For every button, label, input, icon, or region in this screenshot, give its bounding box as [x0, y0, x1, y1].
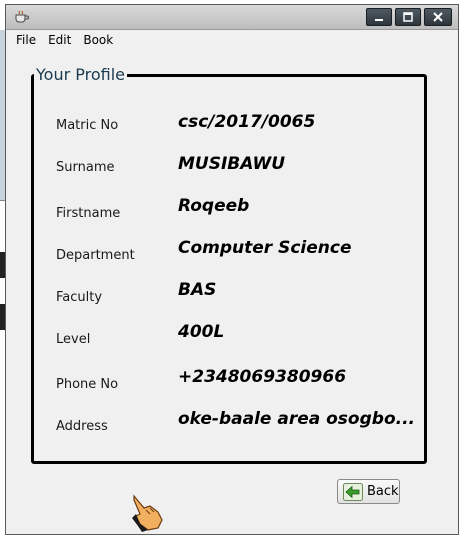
- field-label: Matric No: [56, 118, 119, 133]
- coffee-cup-icon: [14, 10, 30, 24]
- menu-book[interactable]: Book: [77, 30, 119, 52]
- close-button[interactable]: [424, 8, 452, 26]
- minimize-icon: [375, 19, 383, 21]
- field-value: MUSIBAWU: [178, 154, 286, 174]
- panel-title: Your Profile: [34, 65, 127, 84]
- field-label: Surname: [56, 160, 115, 175]
- field-value: Computer Science: [178, 238, 352, 258]
- field-label: Faculty: [56, 290, 103, 305]
- field-value: +2348069380966: [178, 367, 347, 387]
- minimize-button[interactable]: [366, 8, 392, 26]
- back-button-label: Back: [367, 484, 399, 499]
- close-icon: [433, 12, 443, 22]
- menu-file[interactable]: File: [6, 30, 42, 52]
- field-label: Level: [56, 332, 91, 347]
- field-value: 400L: [178, 322, 225, 342]
- field-value: csc/2017/0065: [178, 112, 316, 132]
- field-label: Address: [56, 419, 108, 434]
- field-value: BAS: [178, 280, 217, 300]
- hand-pointer-cursor-icon: [132, 494, 163, 532]
- profile-window: File Edit Book Your Profile Matric No cs…: [5, 4, 459, 535]
- field-value: Roqeeb: [178, 196, 250, 216]
- field-label: Department: [56, 248, 135, 263]
- title-bar[interactable]: [6, 5, 458, 30]
- menu-bar: File Edit Book: [6, 30, 458, 52]
- maximize-icon: [403, 12, 413, 22]
- menu-edit[interactable]: Edit: [42, 30, 77, 52]
- maximize-button[interactable]: [395, 8, 421, 26]
- back-arrow-icon: [343, 482, 363, 501]
- field-label: Firstname: [56, 206, 121, 221]
- field-value: oke-baale area osogbo...: [178, 409, 415, 429]
- back-button[interactable]: Back: [337, 479, 400, 504]
- field-label: Phone No: [56, 377, 119, 392]
